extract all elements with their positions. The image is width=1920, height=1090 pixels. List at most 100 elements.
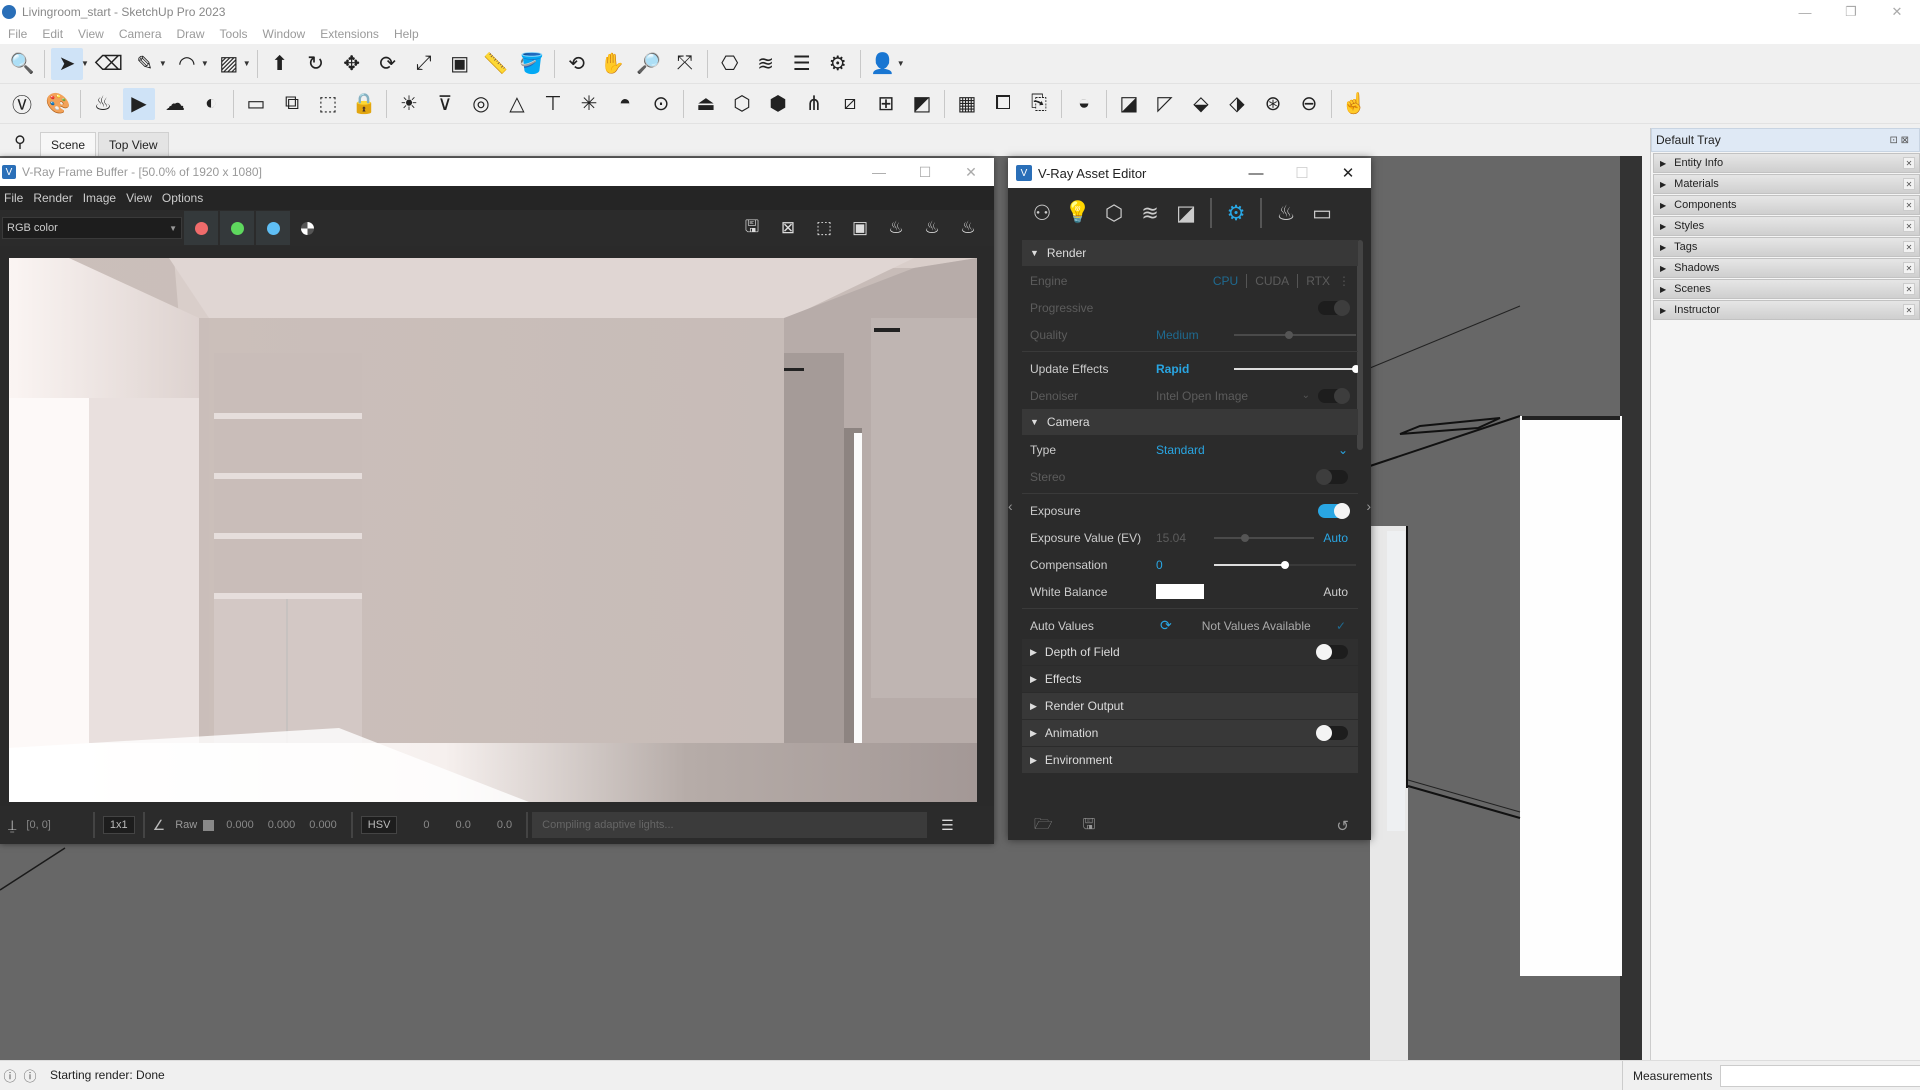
blue-channel-button[interactable] bbox=[256, 211, 290, 245]
menu-camera[interactable]: Camera bbox=[111, 27, 169, 41]
menu-tools[interactable]: Tools bbox=[212, 27, 255, 41]
menu-edit[interactable]: Edit bbox=[34, 27, 70, 41]
vae-minimize-button[interactable]: — bbox=[1233, 158, 1279, 188]
clipper-icon[interactable]: ⧄ bbox=[834, 88, 866, 120]
vfb-title-bar[interactable]: V V-Ray Frame Buffer - [50.0% of 1920 x … bbox=[0, 158, 994, 186]
section-depth-of-field[interactable]: ▶ Depth of Field bbox=[1022, 639, 1358, 665]
section-toggle[interactable] bbox=[1316, 725, 1348, 741]
push-pull-icon[interactable]: ⬆ bbox=[264, 48, 296, 80]
pin-icon[interactable]: ⊡ ⊠ bbox=[1889, 135, 1909, 146]
textures-icon[interactable]: ◪ bbox=[1168, 195, 1204, 231]
more-options-icon[interactable]: ⋮ bbox=[1338, 274, 1350, 288]
render-last-icon[interactable]: ♨ bbox=[878, 214, 914, 242]
uv-unwrap-icon[interactable]: ◪ bbox=[1113, 88, 1145, 120]
close-icon[interactable]: ✕ bbox=[1903, 241, 1915, 253]
render-log-icon[interactable]: ☰ bbox=[941, 817, 954, 834]
lock-camera-icon[interactable]: 🔒 bbox=[348, 88, 380, 120]
infinite-plane-icon[interactable]: ⏏ bbox=[690, 88, 722, 120]
dropdown-arrow-icon[interactable]: ▼ bbox=[897, 59, 905, 68]
denoiser-toggle[interactable] bbox=[1318, 387, 1350, 404]
tray-panel-tags[interactable]: ▶ Tags ✕ bbox=[1653, 237, 1920, 257]
dropdown-arrow-icon[interactable]: ▼ bbox=[159, 59, 167, 68]
frame-buffer-icon[interactable]: ▭ bbox=[1304, 195, 1340, 231]
render-icon[interactable]: ♨ bbox=[87, 88, 119, 120]
channel-select[interactable]: RGB color ▼ bbox=[2, 217, 182, 239]
tray-panel-shadows[interactable]: ▶ Shadows ✕ bbox=[1653, 258, 1920, 278]
white-balance-swatch[interactable] bbox=[1156, 584, 1204, 599]
spot-light-icon[interactable]: △ bbox=[501, 88, 533, 120]
vfb-close-button[interactable]: ✕ bbox=[948, 158, 994, 186]
restore-button[interactable]: ❐ bbox=[1828, 0, 1874, 24]
lights-icon[interactable]: 💡 bbox=[1060, 195, 1096, 231]
curve-icon[interactable]: ∠ bbox=[153, 817, 166, 834]
section-animation[interactable]: ▶ Animation bbox=[1022, 720, 1358, 746]
ies-light-icon[interactable]: ⊤ bbox=[537, 88, 569, 120]
green-channel-button[interactable] bbox=[220, 211, 254, 245]
fur-icon[interactable]: ⋔ bbox=[798, 88, 830, 120]
geo-location-icon[interactable]: ⓘ bbox=[0, 1066, 20, 1085]
scatter-icon[interactable]: ▦ bbox=[951, 88, 983, 120]
sun-light-icon[interactable]: ☀ bbox=[393, 88, 425, 120]
tray-panel-instructor[interactable]: ▶ Instructor ✕ bbox=[1653, 300, 1920, 320]
close-icon[interactable]: ✕ bbox=[1903, 220, 1915, 232]
cube-map-icon[interactable]: ⬗ bbox=[1221, 88, 1253, 120]
chevron-down-icon[interactable]: ⌄ bbox=[1338, 443, 1348, 457]
vision-icon[interactable]: ◐ bbox=[195, 88, 227, 120]
refresh-icon[interactable]: ⟳ bbox=[1160, 617, 1172, 634]
update-effects-slider[interactable] bbox=[1234, 364, 1358, 373]
scene-interop-icon[interactable]: ⎘ bbox=[1023, 88, 1055, 120]
menu-window[interactable]: Window bbox=[255, 27, 313, 41]
uv-sphere-icon[interactable]: ◒ bbox=[1068, 88, 1100, 120]
denoiser-value[interactable]: Intel Open Image bbox=[1156, 389, 1248, 403]
tray-header[interactable]: Default Tray ⊡ ⊠ bbox=[1651, 128, 1920, 152]
close-icon[interactable]: ✕ bbox=[1903, 262, 1915, 274]
mesh-clipper-icon[interactable]: ⊞ bbox=[870, 88, 902, 120]
ev-slider[interactable] bbox=[1214, 533, 1314, 542]
alpha-channel-button[interactable] bbox=[290, 211, 324, 245]
info-icon[interactable]: ⓘ bbox=[20, 1066, 40, 1085]
measurements-input[interactable] bbox=[1720, 1064, 1920, 1087]
collapse-right-icon[interactable]: › bbox=[1366, 498, 1371, 514]
close-icon[interactable]: ✕ bbox=[1903, 178, 1915, 190]
section-toggle[interactable] bbox=[1316, 644, 1348, 660]
close-icon[interactable]: ✕ bbox=[1903, 199, 1915, 211]
mesh-light-icon[interactable]: ⊙ bbox=[645, 88, 677, 120]
section-environment[interactable]: ▶ Environment bbox=[1022, 747, 1358, 773]
arc-icon[interactable]: ◠ bbox=[171, 48, 203, 80]
section-effects[interactable]: ▶ Effects bbox=[1022, 666, 1358, 692]
track-mouse-icon[interactable]: ▣ bbox=[842, 214, 878, 242]
decal-icon[interactable]: ◩ bbox=[906, 88, 938, 120]
zoom-icon[interactable]: 🔍 bbox=[6, 48, 38, 80]
cloud-render-icon[interactable]: ☁ bbox=[159, 88, 191, 120]
save-image-icon[interactable]: 🖫 bbox=[734, 214, 770, 242]
menu-draw[interactable]: Draw bbox=[169, 27, 212, 41]
render-region-icon[interactable]: ⬚ bbox=[312, 88, 344, 120]
rectangle-icon[interactable]: ▨ bbox=[213, 48, 245, 80]
warehouse-icon[interactable]: ⎔ bbox=[714, 48, 746, 80]
menu-extensions[interactable]: Extensions bbox=[312, 27, 386, 41]
interactive-render-icon[interactable]: ▶ bbox=[123, 87, 155, 120]
close-icon[interactable]: ✕ bbox=[1903, 157, 1915, 169]
engine-cuda-option[interactable]: CUDA bbox=[1255, 274, 1289, 288]
collapse-left-icon[interactable]: ‹ bbox=[1008, 498, 1013, 514]
select-icon[interactable]: ➤ bbox=[51, 47, 83, 80]
rect-light-icon[interactable]: ⊽ bbox=[429, 88, 461, 120]
extension-manager-icon[interactable]: ⚙ bbox=[822, 48, 854, 80]
dome-light-icon[interactable]: ◓ bbox=[609, 88, 641, 120]
red-channel-button[interactable] bbox=[184, 211, 218, 245]
section-render[interactable]: ▼ Render bbox=[1022, 240, 1358, 266]
render-teapot-icon[interactable]: ♨ bbox=[1268, 195, 1304, 231]
scene-tab-scene[interactable]: Scene bbox=[40, 132, 97, 156]
region-render-icon[interactable]: ⬚ bbox=[806, 214, 842, 242]
open-folder-icon[interactable]: 🗁 bbox=[1034, 814, 1053, 839]
chaos-cosmos-icon[interactable]: ⧠ bbox=[987, 88, 1019, 120]
scene-search-icon[interactable]: ⚲ bbox=[0, 128, 40, 156]
geometry-icon[interactable]: ⬡ bbox=[1096, 195, 1132, 231]
paint-bucket-icon[interactable]: 🪣 bbox=[516, 48, 548, 80]
orbit-icon[interactable]: ⟲ bbox=[561, 48, 593, 80]
eraser-icon[interactable]: ⌫ bbox=[93, 48, 125, 80]
close-button[interactable]: ✕ bbox=[1874, 0, 1920, 24]
materials-icon[interactable]: ⚇ bbox=[1024, 195, 1060, 231]
vfb-minimize-button[interactable]: — bbox=[856, 158, 902, 186]
tape-measure-icon[interactable]: 📏 bbox=[480, 48, 512, 80]
